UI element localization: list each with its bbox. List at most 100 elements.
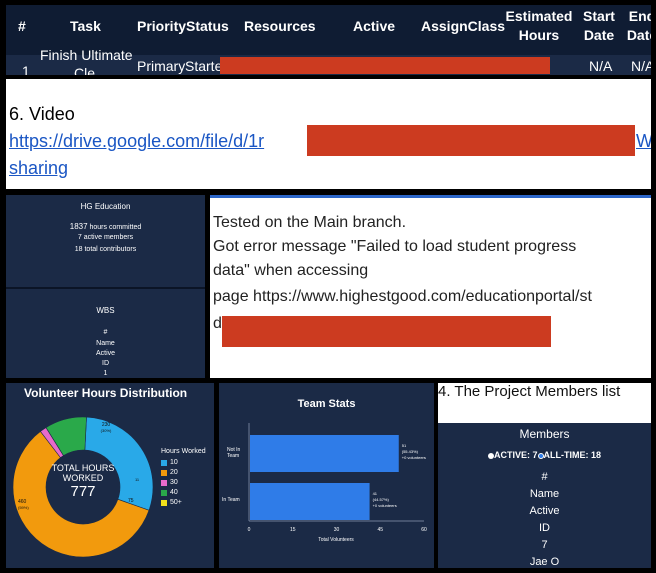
col-header-task: Task (70, 18, 101, 34)
col-header-status: Status (186, 18, 229, 34)
col-header-active: Active (353, 18, 396, 34)
donut-center: TOTAL HOURS WORKED 777 (48, 463, 118, 500)
legend-item[interactable]: 10 (161, 459, 206, 466)
team-stats-panel: Team Stats 51 (55.43%) +0 volunteers 41 (44.… (219, 383, 434, 568)
hg-education-title: HG Education (80, 202, 131, 211)
redaction-bar (307, 125, 635, 156)
bar-data-label: +0 volunteers (402, 455, 426, 460)
members-row: # (541, 471, 548, 483)
team-stats-chart: 51(55.43%)+0 volunteers41(44.57%)+0 volu… (222, 423, 427, 543)
video-link-end[interactable]: W (636, 131, 651, 152)
cell-start-date: N/A (589, 58, 613, 74)
bar-data-label: 51 (402, 443, 407, 448)
active-members: 7 active members (77, 234, 134, 241)
members-counts: ACTIVE: 7 ALL-TIME: 18 (438, 450, 651, 460)
active-count: ACTIVE: 7 (493, 450, 538, 460)
redaction-bar (220, 57, 550, 74)
x-tick-label: 60 (421, 527, 427, 533)
category-label-in-team: In Team (222, 497, 240, 503)
col-header-start-date: Start Date (583, 8, 615, 43)
legend-swatch (161, 489, 167, 496)
video-section-panel: 6. Video https://drive.google.com/file/d… (6, 79, 651, 189)
cell-task-line2[interactable]: Cle... (74, 65, 107, 75)
cell-task-line1[interactable]: Finish Ultimate (40, 47, 133, 63)
bug-report-panel: Tested on the Main branch. Got error mes… (210, 195, 651, 378)
donut-center-label2: WORKED (62, 473, 104, 483)
bar-in-team[interactable] (250, 483, 370, 520)
bug-report-line: Tested on the Main branch. (213, 214, 407, 231)
members-row: Name (529, 488, 560, 500)
legend-label: 40 (170, 489, 178, 496)
x-tick-label: 0 (248, 527, 251, 533)
col-header-end-date: End Date (626, 8, 651, 43)
task-table-panel: # Task Priority Status Resources Active … (6, 5, 651, 75)
legend-item[interactable]: 30 (161, 479, 206, 486)
hg-education-panel: HG Education 1837 hours committed 7 acti… (6, 195, 205, 378)
video-link-part1[interactable]: https://drive.google.com/file/d/1r (9, 131, 264, 152)
x-tick-label: 15 (290, 527, 296, 533)
col-header-assignclass: AssignClass (421, 18, 506, 34)
members-row: ID (539, 522, 550, 534)
slice-pct-10: (30%) (101, 428, 112, 433)
slice-label-40: 75 (128, 498, 134, 504)
cell-priority: Primary (137, 58, 186, 74)
donut-legend: Hours Worked 10 20 30 40 50+ (161, 448, 206, 509)
legend-label: 20 (170, 469, 178, 476)
members-row: Active (529, 505, 560, 517)
cell-row-num: 1 (22, 63, 30, 75)
legend-label: 30 (170, 479, 178, 486)
bug-report-line: data" when accessing (213, 262, 369, 279)
hours-distribution-panel: Volunteer Hours Distribution 230 (30%) 4… (6, 383, 214, 568)
bar-data-label: 41 (373, 491, 378, 496)
hours-committed-label: hours committed (89, 224, 142, 231)
x-tick-label: 45 (377, 527, 383, 533)
wbs-row: 1 (103, 370, 108, 377)
video-link-part2[interactable]: sharing (9, 158, 68, 179)
legend-swatch (161, 499, 167, 506)
members-heading: 4. The Project Members list (438, 383, 621, 400)
legend-swatch (161, 459, 167, 466)
bar-not-in-team[interactable] (250, 435, 399, 472)
slice-pct-20: (59%) (18, 505, 29, 510)
legend-swatch (161, 469, 167, 476)
legend-item[interactable]: 20 (161, 469, 206, 476)
legend-label: 10 (170, 459, 178, 466)
member-name[interactable]: Jae O (438, 556, 651, 568)
legend-item[interactable]: 40 (161, 489, 206, 496)
x-tick-label: 30 (334, 527, 340, 533)
legend-label: 50+ (170, 499, 182, 506)
wbs-title: WBS (96, 306, 115, 315)
alltime-count: ALL-TIME: 18 (543, 450, 602, 460)
x-axis-label: Total Volunteers (318, 537, 354, 543)
bug-report-line: d (213, 315, 222, 332)
donut-center-value: 777 (70, 483, 96, 500)
bug-report-url-line[interactable]: page https://www.highestgood.com/educati… (213, 288, 592, 306)
members-panel: 4. The Project Members list Members ACTI… (438, 383, 651, 568)
hours-committed: 1837 hours committed (6, 222, 205, 231)
hours-committed-value: 1837 (69, 222, 88, 231)
total-contributors: 18 total contributors (74, 246, 137, 253)
bar-data-label: (44.57%) (373, 497, 390, 502)
bug-report-line: Got error message "Failed to load studen… (213, 238, 577, 255)
category-label-not-in-team: Not In Team (227, 447, 241, 459)
wbs-row: Name (96, 340, 115, 347)
col-header-num: # (18, 18, 26, 34)
bar-data-label: (55.43%) (402, 449, 419, 454)
donut-center-label1: TOTAL HOURS (51, 463, 115, 473)
members-row: 7 (541, 539, 548, 551)
divider (6, 287, 205, 289)
wbs-row: # (103, 329, 108, 336)
col-header-estimated-hours: Estimated Hours (505, 8, 573, 43)
wbs-row: Active (95, 350, 116, 357)
cell-end-date: N/A (631, 58, 651, 74)
wbs-row: ID (102, 360, 109, 367)
members-title: Members (519, 427, 570, 441)
legend-item[interactable]: 50+ (161, 499, 206, 506)
members-card: Members ACTIVE: 7 ALL-TIME: 18 # Name Act… (438, 423, 651, 568)
bar-data-label: +0 volunteers (373, 503, 397, 508)
video-heading: 6. Video (9, 104, 75, 124)
col-header-priority: Priority (137, 18, 187, 34)
redaction-bar (222, 316, 551, 347)
col-header-resources: Resources (244, 18, 316, 34)
cell-status: Starte (185, 58, 223, 74)
